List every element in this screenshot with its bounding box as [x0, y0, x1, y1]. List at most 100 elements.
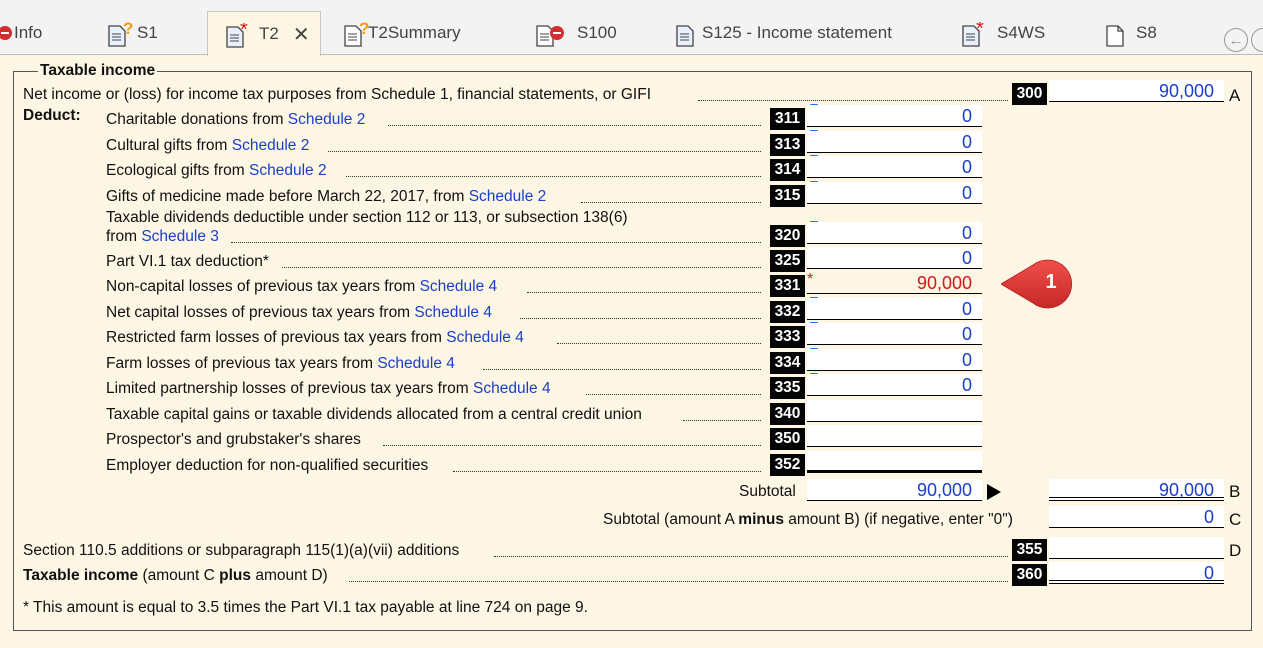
amount-letter-b: B: [1229, 482, 1241, 501]
leader-dots: [557, 343, 761, 344]
line-code-320: 320: [770, 225, 805, 247]
footnote: * This amount is equal to 3.5 times the …: [23, 599, 588, 616]
right-arrow-icon: [987, 484, 1001, 500]
schedule-link[interactable]: Schedule 2: [249, 162, 327, 179]
subtotal-label: Subtotal: [739, 483, 796, 500]
callout-marker: 1: [1000, 259, 1085, 314]
tab-label: Info: [14, 22, 43, 42]
subtotal-b-field[interactable]: 90,000: [1049, 479, 1224, 501]
schedule-link[interactable]: Schedule 4: [414, 304, 492, 321]
schedule-link[interactable]: Schedule 2: [469, 188, 547, 205]
close-icon[interactable]: ✕: [293, 22, 310, 47]
line-code-314: 314: [770, 159, 805, 181]
svg-text:?: ?: [359, 22, 369, 38]
leader-dots: [231, 242, 761, 243]
line-code-340: 340: [770, 403, 805, 425]
line-355-field[interactable]: [1049, 537, 1224, 559]
line-311-field[interactable]: 0: [807, 105, 982, 127]
line-360-label: Taxable income (amount C plus amount D): [23, 567, 328, 584]
tab-info[interactable]: Info: [0, 10, 42, 55]
line-315-field[interactable]: 0: [807, 182, 982, 204]
deduction-label-333: Restricted farm losses of previous tax y…: [106, 329, 524, 346]
subtotal-c-field[interactable]: 0: [1049, 506, 1224, 528]
line-335-field[interactable]: 0: [807, 374, 982, 396]
line-340-field[interactable]: [807, 400, 982, 422]
deduction-label-325: Part VI.1 tax deduction*: [106, 253, 269, 270]
line-334-field[interactable]: 0: [807, 349, 982, 371]
document-question-icon: ?: [344, 22, 369, 47]
schedule-link[interactable]: Schedule 4: [377, 355, 455, 372]
deduction-label-332: Net capital losses of previous tax years…: [106, 304, 492, 321]
document-question-icon: ?: [108, 22, 133, 47]
line-360-field[interactable]: 0: [1049, 562, 1224, 584]
deduction-label-313: Cultural gifts from Schedule 2: [106, 137, 310, 154]
forward-arrow-icon[interactable]: [1251, 28, 1263, 52]
line-code-300: 300: [1012, 83, 1047, 105]
document-required-icon: *: [226, 23, 248, 48]
line-code-352: 352: [770, 454, 805, 476]
leader-dots: [346, 176, 761, 177]
tab-s8[interactable]: S8: [1106, 10, 1157, 55]
line-code-315: 315: [770, 185, 805, 207]
line-code-350: 350: [770, 428, 805, 450]
line-331-field[interactable]: 90,000: [807, 272, 982, 294]
leader-dots: [527, 292, 761, 293]
schedule-link[interactable]: Schedule 3: [141, 228, 219, 245]
line-code-355: 355: [1012, 539, 1047, 561]
callout-number: 1: [1045, 271, 1057, 293]
tab-t2summary[interactable]: ? T2Summary: [344, 10, 461, 55]
line-300-field[interactable]: 90,000: [1049, 80, 1224, 102]
tab-label: S1: [137, 22, 158, 42]
tab-label: S100: [577, 22, 617, 42]
schedule-link[interactable]: Schedule 4: [473, 380, 551, 397]
line-code-311: 311: [770, 108, 805, 130]
line-code-325: 325: [770, 250, 805, 272]
line-325-field[interactable]: 0: [807, 247, 982, 269]
leader-dots: [581, 202, 761, 203]
deduction-label-314: Ecological gifts from Schedule 2: [106, 162, 327, 179]
leader-dots: [586, 394, 761, 395]
blank-document-icon: [1106, 22, 1124, 47]
deduction-label-320-line1: Taxable dividends deductible under secti…: [106, 209, 628, 226]
document-icon: [676, 22, 694, 47]
line-code-313: 313: [770, 134, 805, 156]
document-required-icon: *: [962, 22, 984, 47]
tab-label: S125 - Income statement: [702, 22, 892, 42]
line-333-field[interactable]: 0: [807, 323, 982, 345]
line-332-field[interactable]: 0: [807, 298, 982, 320]
subtotal-field[interactable]: 90,000: [807, 479, 982, 501]
deduction-label-340: Taxable capital gains or taxable dividen…: [106, 406, 642, 423]
document-error-icon: [536, 22, 564, 47]
tab-s4ws[interactable]: * S4WS: [962, 10, 1045, 55]
schedule-link[interactable]: Schedule 2: [232, 137, 310, 154]
tab-s100[interactable]: S100: [536, 10, 617, 55]
schedule-link[interactable]: Schedule 4: [446, 329, 524, 346]
tab-bar: Info ? S1 * T2 ✕ ? T2Summary S100 S125 -…: [0, 0, 1263, 56]
deduction-label-331: Non-capital losses of previous tax years…: [106, 278, 498, 295]
tab-s125[interactable]: S125 - Income statement: [676, 10, 892, 55]
line-320-field[interactable]: 0: [807, 222, 982, 244]
line-355-label: Section 110.5 additions or subparagraph …: [23, 542, 460, 559]
tab-s1[interactable]: ? S1: [108, 10, 158, 55]
line-314-field[interactable]: 0: [807, 156, 982, 178]
tab-label: T2: [259, 24, 279, 43]
line-300-label: Net income or (loss) for income tax purp…: [23, 86, 652, 103]
deduction-label-320: from Schedule 3: [106, 228, 219, 245]
line-350-field[interactable]: [807, 425, 982, 447]
leader-dots: [483, 369, 761, 370]
schedule-link[interactable]: Schedule 4: [420, 278, 498, 295]
deduction-label-352: Employer deduction for non-qualified sec…: [106, 457, 429, 474]
back-arrow-icon[interactable]: ←: [1224, 28, 1248, 52]
leader-dots: [520, 318, 761, 319]
tab-t2[interactable]: * T2 ✕: [207, 11, 321, 56]
subtotal-c-label: Subtotal (amount A minus amount B) (if n…: [603, 511, 1013, 528]
schedule-link[interactable]: Schedule 2: [288, 111, 366, 128]
line-code-332: 332: [770, 301, 805, 323]
line-code-334: 334: [770, 352, 805, 374]
line-code-331: 331: [770, 275, 805, 297]
tab-label: T2Summary: [368, 22, 461, 42]
line-313-field[interactable]: 0: [807, 131, 982, 153]
leader-dots: [388, 125, 761, 126]
deduction-label-335: Limited partnership losses of previous t…: [106, 380, 551, 397]
line-352-field[interactable]: [807, 451, 982, 473]
